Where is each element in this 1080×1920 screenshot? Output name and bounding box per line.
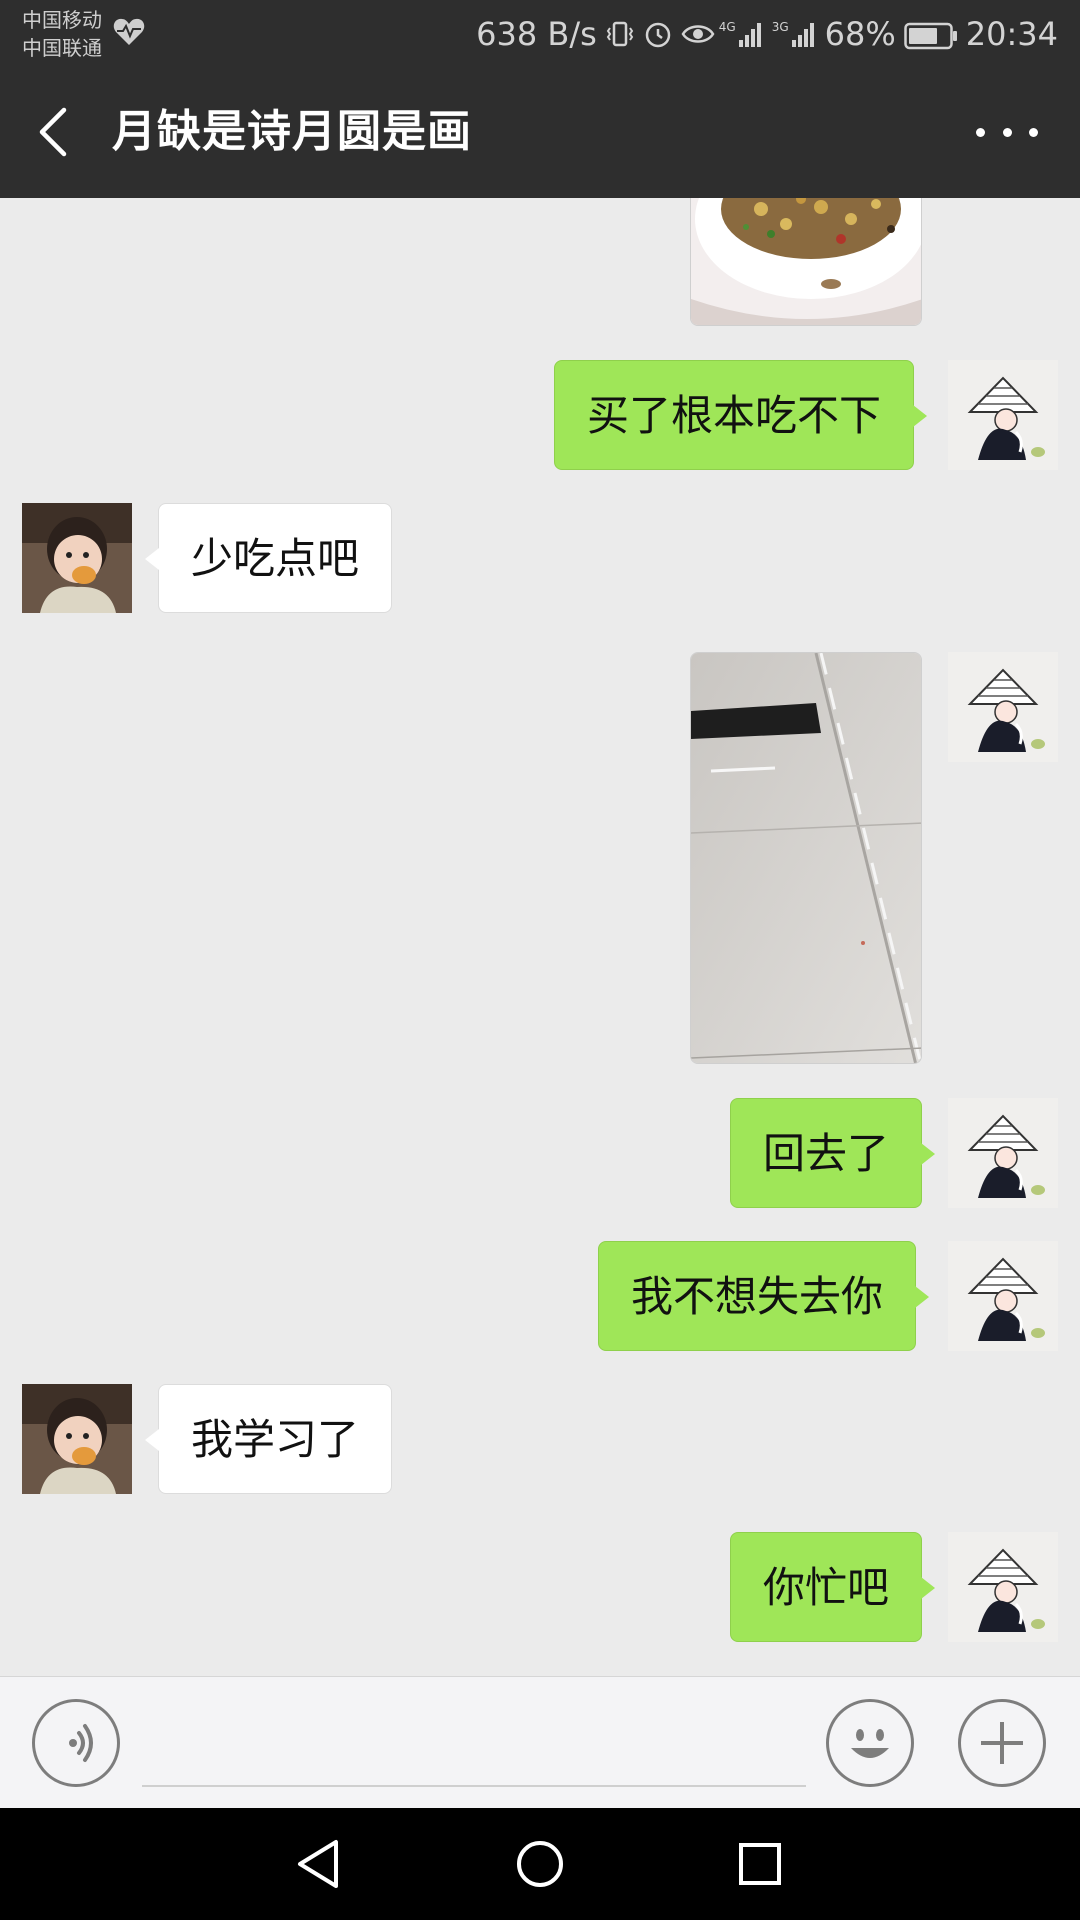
nav-recents-icon[interactable] [732, 1836, 788, 1892]
chat-title: 月缺是诗月圆是画 [112, 106, 472, 157]
message-text: 我不想失去你 [631, 1272, 884, 1321]
back-arrow-icon[interactable] [34, 102, 74, 162]
message-text: 回去了 [763, 1129, 890, 1178]
nav-home-icon[interactable] [512, 1836, 568, 1892]
sent-message-bubble[interactable]: 回去了 [730, 1098, 936, 1208]
signal-3g-icon: 3G [772, 20, 817, 48]
message-text: 我学习了 [191, 1415, 360, 1464]
my-avatar[interactable] [948, 652, 1058, 762]
battery-percent: 68% [824, 15, 896, 53]
heart-rate-icon [112, 16, 146, 48]
plus-icon[interactable] [958, 1699, 1046, 1787]
carrier-1: 中国移动 [22, 8, 102, 32]
status-right: 638 B/s 4G 3G 68% 20:34 [476, 12, 1058, 56]
input-bar [0, 1676, 1080, 1808]
voice-icon[interactable] [32, 1699, 120, 1787]
my-avatar[interactable] [948, 1532, 1058, 1642]
emoji-icon[interactable] [826, 1699, 914, 1787]
message-list[interactable]: 买了根本吃不下 少吃点吧 回去了 我不想失去你 我学习了 你忙吧 [0, 198, 1080, 1676]
sent-message-bubble[interactable]: 买了根本吃不下 [554, 360, 928, 470]
food-photo-message[interactable] [690, 198, 922, 326]
alarm-icon [643, 19, 673, 49]
message-input[interactable] [142, 1703, 806, 1787]
chat-header: 月缺是诗月圆是画 [0, 66, 1080, 198]
carrier-info: 中国移动 中国联通 [22, 6, 102, 62]
my-avatar[interactable] [948, 1098, 1058, 1208]
nav-back-icon[interactable] [292, 1836, 348, 1892]
more-dots-icon[interactable] [976, 110, 1038, 154]
signal-4g-icon: 4G [719, 20, 764, 48]
sent-message-bubble[interactable]: 我不想失去你 [598, 1241, 930, 1351]
battery-icon [904, 20, 958, 50]
clock-time: 20:34 [965, 15, 1058, 53]
eye-icon [681, 19, 715, 49]
vibrate-icon [605, 19, 635, 49]
received-message-bubble[interactable]: 少吃点吧 [144, 503, 393, 613]
status-bar: 中国移动 中国联通 638 B/s 4G 3G 68% 20:34 [0, 0, 1080, 66]
message-text: 少吃点吧 [191, 534, 360, 583]
my-avatar[interactable] [948, 1241, 1058, 1351]
floor-photo-message[interactable] [690, 652, 922, 1064]
message-text: 买了根本吃不下 [587, 391, 882, 440]
contact-avatar[interactable] [22, 503, 132, 613]
contact-avatar[interactable] [22, 1384, 132, 1494]
system-nav-bar [0, 1808, 1080, 1920]
sent-message-bubble[interactable]: 你忙吧 [730, 1532, 936, 1642]
net-speed: 638 B/s [476, 15, 597, 53]
message-text: 你忙吧 [763, 1563, 890, 1612]
carrier-2: 中国联通 [22, 36, 102, 60]
received-message-bubble[interactable]: 我学习了 [144, 1384, 393, 1494]
my-avatar[interactable] [948, 360, 1058, 470]
